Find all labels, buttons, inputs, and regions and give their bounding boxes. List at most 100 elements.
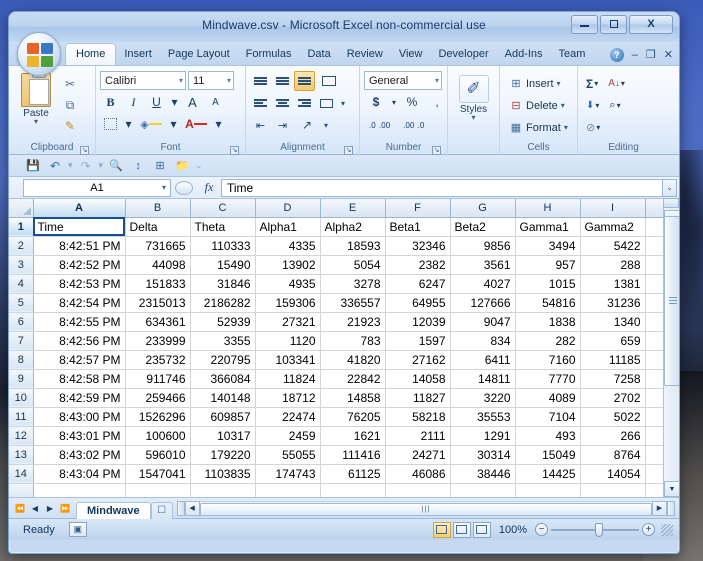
cell-d8[interactable]: 103341 bbox=[255, 350, 321, 370]
cell-c4[interactable]: 31846 bbox=[190, 274, 256, 294]
cell-e11[interactable]: 76205 bbox=[320, 407, 386, 427]
borders-caret-icon[interactable]: ▾ bbox=[123, 114, 134, 134]
cell-g6[interactable]: 9047 bbox=[450, 312, 516, 332]
format-caret-icon[interactable]: ▾ bbox=[564, 123, 568, 132]
cell-f5[interactable]: 64955 bbox=[385, 293, 451, 313]
cell-i5[interactable]: 31236 bbox=[580, 293, 646, 313]
cell-b3[interactable]: 44098 bbox=[125, 255, 191, 275]
cell-i12[interactable]: 266 bbox=[580, 426, 646, 446]
cell-h3[interactable]: 957 bbox=[515, 255, 581, 275]
fill-caret-icon[interactable]: ▾ bbox=[168, 114, 179, 134]
cell-i10[interactable]: 2702 bbox=[580, 388, 646, 408]
delete-caret-icon[interactable]: ▾ bbox=[561, 101, 565, 110]
cell-a7[interactable]: 8:42:56 PM bbox=[33, 331, 126, 351]
tab-team[interactable]: Team bbox=[551, 44, 594, 65]
cell-a12[interactable]: 8:43:01 PM bbox=[33, 426, 126, 446]
cell-h7[interactable]: 282 bbox=[515, 331, 581, 351]
tab-data[interactable]: Data bbox=[299, 44, 338, 65]
cell-d7[interactable]: 1120 bbox=[255, 331, 321, 351]
row-header-4[interactable]: 4 bbox=[9, 274, 34, 294]
zoom-track[interactable] bbox=[551, 522, 639, 537]
column-header-e[interactable]: E bbox=[320, 199, 386, 218]
cell-e7[interactable]: 783 bbox=[320, 331, 386, 351]
cell-f3[interactable]: 2382 bbox=[385, 255, 451, 275]
paste-caret-icon[interactable]: ▾ bbox=[13, 118, 59, 126]
wrap-text-button[interactable] bbox=[316, 71, 342, 91]
cell-e9[interactable]: 22842 bbox=[320, 369, 386, 389]
row-header-5[interactable]: 5 bbox=[9, 293, 34, 313]
row-header-6[interactable]: 6 bbox=[9, 312, 34, 332]
cell-f13[interactable]: 24271 bbox=[385, 445, 451, 465]
cell-e5[interactable]: 336557 bbox=[320, 293, 386, 313]
paste-button[interactable]: Paste ▾ bbox=[13, 70, 59, 126]
cell-e8[interactable]: 41820 bbox=[320, 350, 386, 370]
cell-c1[interactable]: Theta bbox=[190, 217, 256, 237]
column-header-c[interactable]: C bbox=[190, 199, 256, 218]
cell-b14[interactable]: 1547041 bbox=[125, 464, 191, 484]
cell-h4[interactable]: 1015 bbox=[515, 274, 581, 294]
cell-d3[interactable]: 13902 bbox=[255, 255, 321, 275]
font-color-caret-icon[interactable]: ▾ bbox=[213, 114, 224, 134]
column-header-g[interactable]: G bbox=[450, 199, 516, 218]
grow-font-button[interactable]: A bbox=[182, 92, 203, 112]
cell-j4[interactable] bbox=[645, 274, 666, 294]
cell-a1[interactable]: Time bbox=[33, 217, 126, 237]
cell-g1[interactable]: Beta2 bbox=[450, 217, 516, 237]
cell-j13[interactable] bbox=[645, 445, 666, 465]
autosum-caret-icon[interactable]: ▾ bbox=[594, 79, 598, 88]
cell-i13[interactable]: 8764 bbox=[580, 445, 646, 465]
fill-caret-icon[interactable]: ▾ bbox=[595, 101, 599, 110]
cell-a15[interactable] bbox=[33, 483, 126, 497]
cell-j11[interactable] bbox=[645, 407, 666, 427]
cell-b9[interactable]: 911746 bbox=[125, 369, 191, 389]
copy-button[interactable]: ⧉ bbox=[59, 95, 81, 115]
scroll-left-button[interactable]: ◀ bbox=[184, 500, 200, 516]
first-sheet-icon[interactable]: ⏪ bbox=[13, 501, 27, 516]
last-sheet-icon[interactable]: ⏩ bbox=[58, 501, 72, 516]
restore-window-icon[interactable]: ❐ bbox=[646, 50, 656, 61]
styles-caret-icon[interactable]: ▾ bbox=[452, 114, 495, 122]
cell-j10[interactable] bbox=[645, 388, 666, 408]
row-header-14[interactable]: 14 bbox=[9, 464, 34, 484]
styles-button[interactable]: ✐ Styles ▾ bbox=[452, 71, 495, 122]
cell-b5[interactable]: 2315013 bbox=[125, 293, 191, 313]
cell-d11[interactable]: 22474 bbox=[255, 407, 321, 427]
fill-color-button[interactable]: ◈ bbox=[136, 114, 166, 134]
select-all-corner[interactable] bbox=[9, 199, 34, 218]
minimize-ribbon-icon[interactable]: – bbox=[632, 50, 638, 61]
cell-i15[interactable] bbox=[580, 483, 646, 497]
tab-home[interactable]: Home bbox=[65, 43, 117, 66]
cell-c3[interactable]: 15490 bbox=[190, 255, 256, 275]
print-preview-button[interactable]: 🔍 bbox=[106, 157, 126, 175]
clear-button[interactable]: ⊘ ▾ bbox=[582, 117, 604, 138]
sort-caret-icon[interactable]: ▾ bbox=[621, 79, 625, 88]
cell-f8[interactable]: 27162 bbox=[385, 350, 451, 370]
cell-a13[interactable]: 8:43:02 PM bbox=[33, 445, 126, 465]
cell-j3[interactable] bbox=[645, 255, 666, 275]
cell-a3[interactable]: 8:42:52 PM bbox=[33, 255, 126, 275]
italic-button[interactable]: I bbox=[123, 92, 144, 112]
cell-j7[interactable] bbox=[645, 331, 666, 351]
tab-page-layout[interactable]: Page Layout bbox=[160, 44, 238, 65]
font-dialog-launcher[interactable]: ↘ bbox=[230, 146, 239, 155]
cell-h11[interactable]: 7104 bbox=[515, 407, 581, 427]
resize-grip-icon[interactable] bbox=[661, 523, 673, 536]
cell-c8[interactable]: 220795 bbox=[190, 350, 256, 370]
normal-view-button[interactable] bbox=[432, 521, 451, 538]
insert-worksheet-button[interactable]: ☐ bbox=[150, 501, 173, 519]
cell-a9[interactable]: 8:42:58 PM bbox=[33, 369, 126, 389]
row-header-1[interactable]: 1 bbox=[9, 217, 34, 237]
cell-d1[interactable]: Alpha1 bbox=[255, 217, 321, 237]
cell-i2[interactable]: 5422 bbox=[580, 236, 646, 256]
cell-j14[interactable] bbox=[645, 464, 666, 484]
delete-cells-button[interactable]: ⊟ Delete ▾ bbox=[504, 95, 573, 116]
horizontal-split-handle[interactable] bbox=[176, 500, 185, 516]
cell-d12[interactable]: 2459 bbox=[255, 426, 321, 446]
redo-caret-icon[interactable]: ▾ bbox=[98, 160, 105, 171]
cell-c12[interactable]: 10317 bbox=[190, 426, 256, 446]
cell-c7[interactable]: 3355 bbox=[190, 331, 256, 351]
cell-h12[interactable]: 493 bbox=[515, 426, 581, 446]
cell-b7[interactable]: 233999 bbox=[125, 331, 191, 351]
cell-j15[interactable] bbox=[645, 483, 666, 497]
orientation-caret-icon[interactable]: ▾ bbox=[321, 115, 331, 135]
